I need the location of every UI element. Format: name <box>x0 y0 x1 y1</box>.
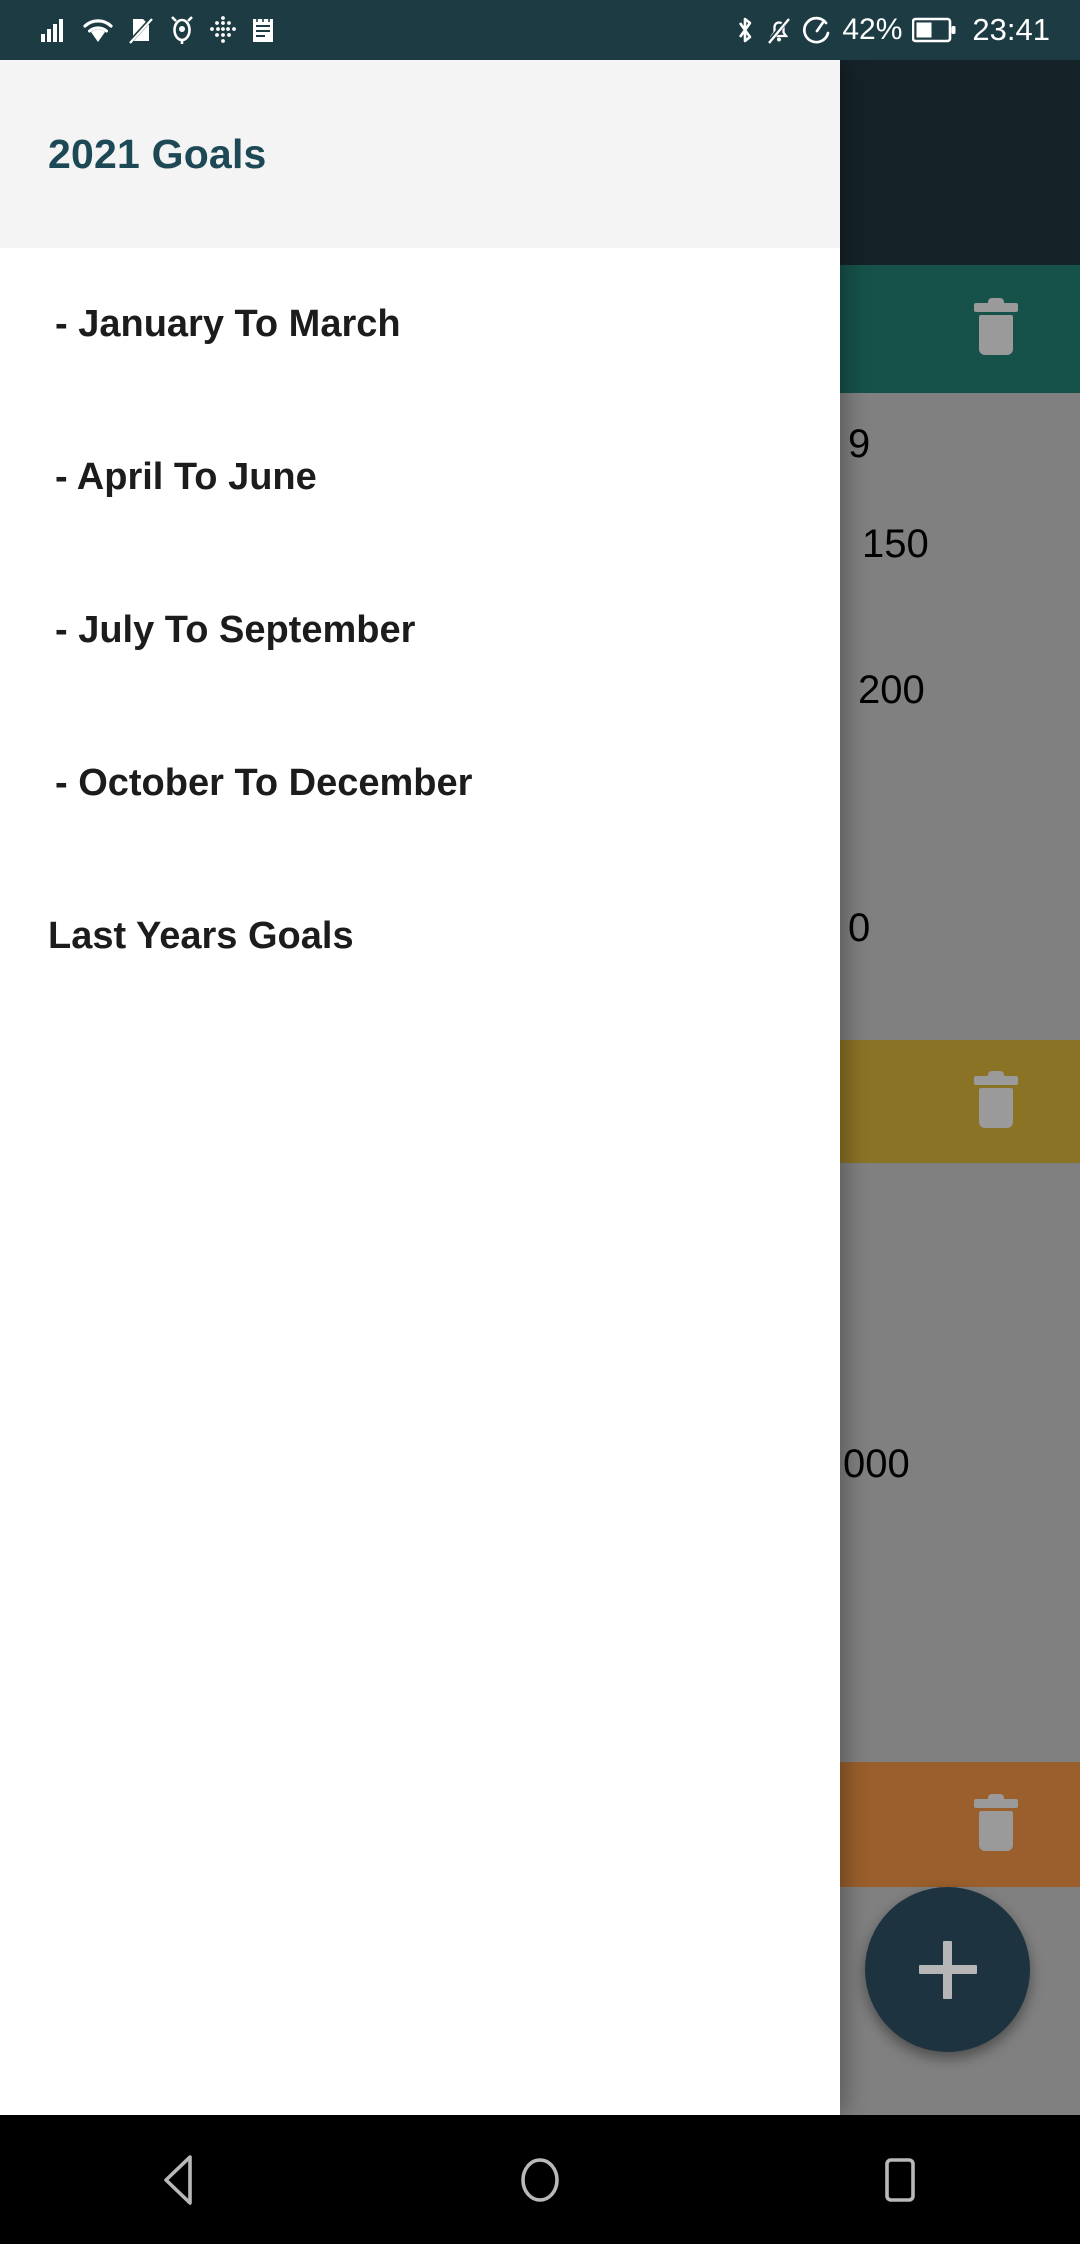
goal-amount-label: 9 <box>848 422 871 466</box>
drawer-header: 2021 Goals <box>0 60 840 248</box>
status-bar-left-icons <box>40 16 276 44</box>
trash-icon[interactable] <box>974 1793 1018 1851</box>
nav-recents-button[interactable] <box>840 2115 960 2244</box>
notifications-muted-icon <box>767 16 792 44</box>
home-circle-icon <box>521 2157 559 2202</box>
data-saver-icon <box>803 16 830 44</box>
status-bar-right-icons: 42% 23:41 <box>734 0 1050 60</box>
add-goal-fab[interactable] <box>865 1887 1030 2052</box>
drawer-menu-item[interactable]: Last Years Goals <box>0 860 840 1013</box>
goal-amount-label: 200 <box>858 668 925 712</box>
plus-icon-vertical <box>943 1940 952 1999</box>
status-bar: 42% 23:41 <box>0 0 1080 60</box>
recents-square-icon <box>885 2157 915 2202</box>
notes-icon <box>253 19 273 42</box>
nav-home-button[interactable] <box>480 2115 600 2244</box>
signal-bars-icon <box>41 19 63 42</box>
eye-icon <box>171 16 193 44</box>
drawer-menu-item[interactable]: - January To March <box>0 248 840 401</box>
trash-icon[interactable] <box>974 298 1018 355</box>
clock-label: 23:41 <box>972 12 1050 47</box>
wifi-icon <box>83 19 113 42</box>
phone-screen: 9 150 200 0 000 2021 Goals - January To Marc… <box>0 0 1080 2244</box>
battery-half-icon <box>912 17 956 43</box>
drawer-menu-item[interactable]: - April To June <box>0 401 840 554</box>
drawer-menu-list: - January To March - April To June - July … <box>0 248 840 1013</box>
goal-amount-label: 150 <box>862 522 929 566</box>
navigation-drawer[interactable]: 2021 Goals - January To March - April To … <box>0 60 840 2115</box>
dots-grid-icon <box>210 16 236 43</box>
battery-percent-label: 42% <box>842 13 903 46</box>
system-navigation-bar <box>0 2115 1080 2244</box>
goal-amount-label: 000 <box>843 1442 910 1486</box>
bluetooth-icon <box>739 17 752 43</box>
back-triangle-icon <box>164 2154 192 2205</box>
sim-card-off-icon <box>128 16 154 44</box>
nav-back-button[interactable] <box>120 2115 240 2244</box>
drawer-menu-item[interactable]: - October To December <box>0 707 840 860</box>
drawer-menu-item[interactable]: - July To September <box>0 554 840 707</box>
trash-icon[interactable] <box>974 1070 1018 1128</box>
goal-amount-label: 0 <box>848 906 871 950</box>
drawer-title: 2021 Goals <box>48 130 267 177</box>
